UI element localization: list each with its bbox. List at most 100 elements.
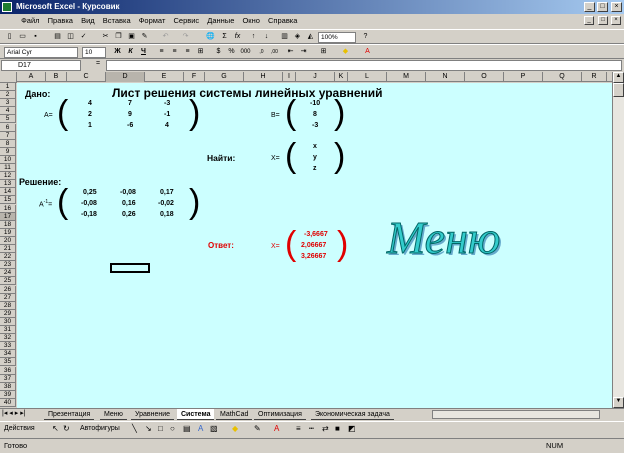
spelling-icon[interactable]: ✓ — [78, 32, 89, 42]
align-right-icon[interactable]: ≡ — [182, 47, 193, 57]
tab-presentation[interactable]: Презентация — [44, 409, 95, 420]
row-header[interactable]: 30 — [0, 317, 16, 326]
increase-indent-icon[interactable]: ⇥ — [298, 47, 309, 57]
row-header[interactable]: 17 — [0, 212, 16, 221]
decrease-indent-icon[interactable]: ⇤ — [285, 47, 296, 57]
doc-restore-button[interactable]: □ — [598, 16, 608, 25]
merge-center-icon[interactable]: ⊞ — [195, 47, 206, 57]
line-icon[interactable]: ╲ — [132, 424, 137, 433]
close-button[interactable]: × — [611, 2, 622, 12]
row-header[interactable]: 26 — [0, 285, 16, 294]
tab-equation[interactable]: Уравнение — [131, 409, 175, 420]
line-color-icon[interactable]: ✎ — [254, 424, 261, 433]
column-header[interactable]: M — [387, 72, 426, 82]
menu-tools[interactable]: Сервис — [170, 14, 202, 28]
row-header[interactable]: 3 — [0, 99, 16, 108]
drawing-icon[interactable]: ◭ — [305, 32, 316, 42]
paste-icon[interactable]: ▣ — [126, 32, 137, 42]
row-header[interactable]: 24 — [0, 269, 16, 278]
row-header[interactable]: 18 — [0, 220, 16, 229]
borders-icon[interactable]: ⊞ — [318, 47, 329, 57]
column-header[interactable]: O — [465, 72, 504, 82]
formula-input[interactable] — [106, 60, 622, 71]
redo-icon[interactable]: ↷ — [180, 32, 191, 42]
increase-decimal-icon[interactable]: ,0 — [256, 47, 267, 57]
oval-icon[interactable]: ○ — [170, 424, 175, 433]
menu-edit[interactable]: Правка — [45, 14, 76, 28]
align-left-icon[interactable]: ≡ — [156, 47, 167, 57]
row-header[interactable]: 31 — [0, 326, 16, 334]
free-rotate-icon[interactable]: ↻ — [63, 424, 70, 433]
fill-color-icon[interactable]: ◆ — [340, 47, 351, 57]
draw-font-color-icon[interactable]: A — [274, 424, 279, 433]
row-header[interactable]: 22 — [0, 253, 16, 262]
horizontal-scrollbar[interactable] — [432, 410, 600, 419]
row-header[interactable]: 11 — [0, 164, 16, 172]
tab-mathcad[interactable]: MathCad — [216, 409, 253, 420]
map-icon[interactable]: ◈ — [292, 32, 303, 42]
font-select[interactable]: Arial Cyr — [4, 47, 78, 58]
minimize-button[interactable]: _ — [584, 2, 595, 12]
row-header[interactable]: 25 — [0, 277, 16, 286]
row-header[interactable]: 16 — [0, 204, 16, 213]
actions-menu[interactable]: Действия — [4, 425, 35, 432]
copy-icon[interactable]: ❐ — [113, 32, 124, 42]
underline-icon[interactable]: Ч — [138, 47, 149, 57]
line-style-icon[interactable]: ≡ — [296, 424, 301, 433]
row-header[interactable]: 20 — [0, 236, 16, 245]
row-header[interactable]: 14 — [0, 188, 16, 197]
dash-style-icon[interactable]: ┅ — [309, 424, 314, 433]
row-header[interactable]: 19 — [0, 228, 16, 237]
formula-equals[interactable]: = — [96, 60, 100, 67]
name-box[interactable]: D17 — [1, 60, 81, 71]
menu-wordart-button[interactable]: Меню — [386, 211, 500, 264]
excel-app-icon[interactable] — [2, 2, 12, 12]
row-header[interactable]: 13 — [0, 180, 16, 189]
row-header[interactable]: 34 — [0, 350, 16, 359]
textbox-icon[interactable]: ▤ — [183, 424, 191, 433]
tab-system[interactable]: Система — [177, 409, 215, 420]
scroll-thumb[interactable] — [613, 83, 624, 97]
column-header[interactable]: G — [205, 72, 244, 82]
doc-close-button[interactable]: × — [611, 16, 621, 25]
row-header[interactable]: 40 — [0, 398, 16, 407]
row-header[interactable]: 7 — [0, 131, 16, 140]
row-header[interactable]: 32 — [0, 334, 16, 343]
row-header[interactable]: 33 — [0, 342, 16, 351]
column-header[interactable]: R — [582, 72, 607, 82]
row-header[interactable]: 23 — [0, 261, 16, 270]
column-header[interactable]: C — [67, 72, 106, 82]
italic-icon[interactable]: К — [125, 47, 136, 57]
print-icon[interactable]: ▤ — [52, 32, 63, 42]
scroll-down-arrow[interactable]: ▼ — [613, 397, 624, 408]
active-cell-d17[interactable] — [110, 263, 150, 273]
autoshapes-menu[interactable]: Автофигуры — [80, 425, 120, 432]
row-header[interactable]: 37 — [0, 374, 16, 383]
column-header[interactable]: N — [426, 72, 465, 82]
clipart-icon[interactable]: ▧ — [210, 424, 218, 433]
help-icon[interactable]: ? — [360, 32, 371, 42]
decrease-decimal-icon[interactable]: ,00 — [269, 47, 280, 57]
column-header[interactable]: P — [504, 72, 543, 82]
align-center-icon[interactable]: ≡ — [169, 47, 180, 57]
column-header[interactable]: E — [145, 72, 184, 82]
column-header[interactable]: K — [335, 72, 348, 82]
row-header[interactable]: 36 — [0, 366, 16, 375]
column-header[interactable]: D — [106, 72, 145, 82]
percent-icon[interactable]: % — [226, 47, 237, 57]
row-header[interactable]: 6 — [0, 123, 16, 132]
font-size-select[interactable]: 10 — [82, 47, 106, 58]
zoom-select[interactable]: 100% — [318, 32, 356, 43]
draw-fill-color-icon[interactable]: ◆ — [232, 424, 238, 433]
print-preview-icon[interactable]: ◫ — [65, 32, 76, 42]
row-header[interactable]: 10 — [0, 155, 16, 164]
select-objects-icon[interactable]: ↖ — [52, 424, 59, 433]
new-icon[interactable]: ▯ — [4, 32, 15, 42]
menu-help[interactable]: Справка — [265, 14, 300, 28]
row-header[interactable]: 38 — [0, 382, 16, 391]
menu-format[interactable]: Формат — [136, 14, 169, 28]
thousands-icon[interactable]: 000 — [240, 47, 251, 57]
open-icon[interactable]: ▭ — [17, 32, 28, 42]
save-icon[interactable]: ▪ — [30, 32, 41, 42]
bold-icon[interactable]: Ж — [112, 47, 123, 57]
